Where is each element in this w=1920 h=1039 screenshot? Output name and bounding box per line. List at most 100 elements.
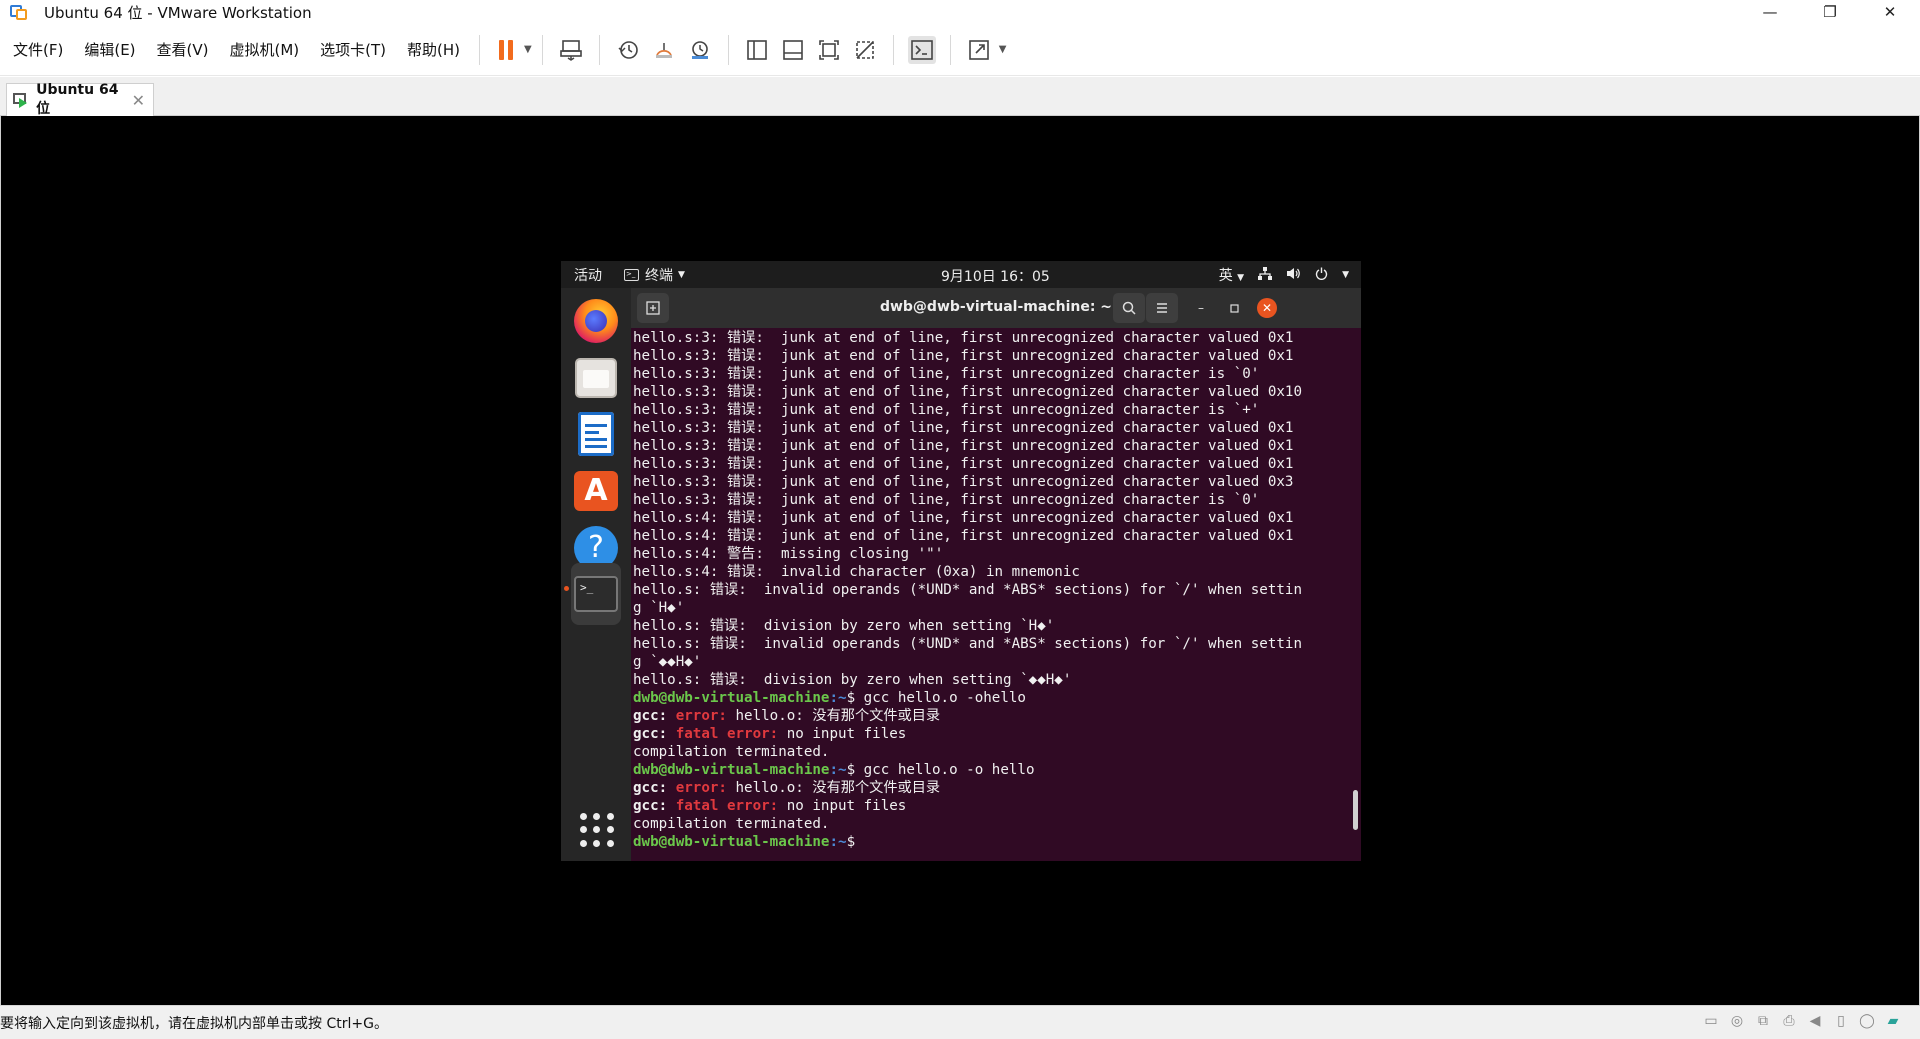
- menu-tabs[interactable]: 选项卡(T): [311, 39, 395, 60]
- terminal-line: hello.s:4: 错误: junk at end of line, firs…: [633, 528, 1294, 544]
- terminal-line: hello.s:3: 错误: junk at end of line, firs…: [633, 366, 1260, 382]
- show-applications-icon[interactable]: [580, 813, 614, 847]
- send-ctrl-alt-del-icon[interactable]: [557, 36, 585, 64]
- vm-running-icon: [13, 93, 28, 108]
- prompt-path: :~: [829, 762, 847, 778]
- minimize-terminal-icon[interactable]: –: [1191, 298, 1211, 318]
- hamburger-menu-icon[interactable]: [1146, 293, 1178, 323]
- prompt-symbol: $: [846, 690, 864, 706]
- toolbar-divider: [598, 34, 600, 65]
- terminal-line: hello.s: 错误: invalid operands (*UND* and…: [633, 636, 1302, 652]
- pause-icon[interactable]: [494, 36, 518, 64]
- terminal-line: gcc: fatal error: no input files: [633, 725, 1353, 743]
- snapshot-icon[interactable]: [614, 36, 642, 64]
- terminal-title: dwb@dwb-virtual-machine: ~: [879, 299, 1113, 315]
- printer-icon[interactable]: ⎙: [1780, 1012, 1798, 1030]
- menu-vm[interactable]: 虚拟机(M): [221, 39, 309, 60]
- terminal-line: hello.s:3: 错误: junk at end of line, firs…: [633, 474, 1294, 490]
- menu-view[interactable]: 查看(V): [148, 39, 218, 60]
- minimize-button[interactable]: —: [1740, 0, 1800, 24]
- usb-icon[interactable]: ▯: [1832, 1012, 1850, 1030]
- prompt-line: dwb@dwb-virtual-machine:~$ gcc hello.o -…: [633, 761, 1353, 779]
- activities-button[interactable]: 活动: [574, 265, 602, 285]
- sound-card-icon[interactable]: ◀: [1806, 1012, 1824, 1030]
- command-text: gcc hello.o -ohello: [863, 690, 1026, 706]
- window-controls: — ❐ ✕: [1740, 0, 1920, 24]
- toolbar-divider: [727, 34, 729, 65]
- files-icon[interactable]: [571, 353, 621, 403]
- search-icon[interactable]: [1113, 293, 1145, 323]
- terminal-line: compilation terminated.: [633, 744, 830, 760]
- error-label: error:: [675, 708, 736, 724]
- error-message: no input files: [786, 798, 907, 814]
- system-status-area[interactable]: 英 ▼ ▼: [1219, 265, 1349, 285]
- guest-desktop[interactable]: 活动 >_ 终端 ▼ 9月10日 16：05 英 ▼ ▼ A ? >_ dwb@…: [561, 261, 1361, 861]
- vm-display[interactable]: 活动 >_ 终端 ▼ 9月10日 16：05 英 ▼ ▼ A ? >_ dwb@…: [0, 116, 1920, 1005]
- close-terminal-icon[interactable]: ✕: [1257, 298, 1277, 318]
- stretch-guest-icon[interactable]: [965, 36, 993, 64]
- app-menu[interactable]: >_ 终端 ▼: [624, 265, 685, 285]
- clock[interactable]: 9月10日 16：05: [941, 266, 1091, 286]
- input-method-indicator[interactable]: 英 ▼: [1219, 265, 1244, 285]
- message-log-icon[interactable]: ▰: [1884, 1012, 1902, 1030]
- gcc-label: gcc:: [633, 798, 676, 814]
- restore-button[interactable]: ❐: [1800, 0, 1860, 24]
- thumbnail-bar-icon[interactable]: [779, 36, 807, 64]
- window-titlebar: Ubuntu 64 位 - VMware Workstation — ❐ ✕: [0, 0, 1920, 24]
- power-icon: [1315, 267, 1328, 284]
- chevron-down-icon[interactable]: ▼: [524, 44, 532, 55]
- prompt-line[interactable]: dwb@dwb-virtual-machine:~$: [633, 833, 1353, 851]
- terminal-scrollbar[interactable]: [1353, 790, 1358, 830]
- error-message: hello.o: 没有那个文件或目录: [735, 708, 941, 724]
- prompt-user: dwb@dwb-virtual-machine: [633, 834, 830, 850]
- terminal-line: hello.s: 错误: division by zero when setti…: [633, 618, 1055, 634]
- display-icon[interactable]: ◯: [1858, 1012, 1876, 1030]
- prompt-symbol: $: [846, 762, 864, 778]
- ubuntu-software-icon[interactable]: A: [571, 466, 621, 516]
- prompt-user: dwb@dwb-virtual-machine: [633, 762, 830, 778]
- close-tab-icon[interactable]: ✕: [132, 91, 145, 110]
- terminal-small-icon: >_: [624, 268, 639, 281]
- vm-tab-bar: Ubuntu 64 位 ✕: [0, 77, 1920, 117]
- terminal-output[interactable]: hello.s:3: 错误: junk at end of line, firs…: [631, 328, 1353, 861]
- libreoffice-writer-icon[interactable]: [571, 409, 621, 459]
- terminal-line: gcc: error: hello.o: 没有那个文件或目录: [633, 707, 1353, 725]
- full-screen-icon[interactable]: [815, 36, 843, 64]
- network-adapter-icon[interactable]: ⧉: [1754, 1012, 1772, 1030]
- toolbar-divider: [892, 34, 894, 65]
- prompt-path: :~: [829, 690, 847, 706]
- terminal-line: hello.s:3: 错误: junk at end of line, firs…: [633, 438, 1294, 454]
- terminal-line: hello.s: 错误: invalid operands (*UND* and…: [633, 582, 1302, 598]
- terminal-line: hello.s:3: 错误: junk at end of line, firs…: [633, 402, 1260, 418]
- toolbar-divider: [479, 34, 481, 65]
- snapshot-manager-icon[interactable]: [686, 36, 714, 64]
- revert-snapshot-icon[interactable]: [650, 36, 678, 64]
- device-status-icons: ▭ ◎ ⧉ ⎙ ◀ ▯ ◯ ▰: [1702, 1012, 1902, 1030]
- window-title: Ubuntu 64 位 - VMware Workstation: [44, 3, 312, 22]
- status-bar: 要将输入定向到该虚拟机，请在虚拟机内部单击或按 Ctrl+G。 ▭ ◎ ⧉ ⎙ …: [0, 1005, 1920, 1039]
- gcc-label: gcc:: [633, 780, 676, 796]
- prompt-path: :~: [829, 834, 847, 850]
- terminal-line: g `H◆': [633, 600, 685, 616]
- show-library-icon[interactable]: [743, 36, 771, 64]
- error-message: no input files: [786, 726, 907, 742]
- unity-mode-icon[interactable]: [851, 36, 879, 64]
- tab-ubuntu-64[interactable]: Ubuntu 64 位 ✕: [6, 82, 154, 117]
- terminal-window[interactable]: dwb@dwb-virtual-machine: ~ – ✕ hello.s:3…: [631, 288, 1361, 861]
- cd-dvd-icon[interactable]: ◎: [1728, 1012, 1746, 1030]
- prompt-symbol: $: [846, 834, 864, 850]
- toolbar-divider: [949, 34, 951, 65]
- gcc-label: gcc:: [633, 726, 676, 742]
- terminal-line: hello.s:3: 错误: junk at end of line, firs…: [633, 456, 1294, 472]
- hard-disk-icon[interactable]: ▭: [1702, 1012, 1720, 1030]
- error-message: hello.o: 没有那个文件或目录: [735, 780, 941, 796]
- maximize-terminal-icon[interactable]: [1224, 298, 1244, 318]
- close-window-button[interactable]: ✕: [1860, 0, 1920, 24]
- menu-edit[interactable]: 编辑(E): [75, 39, 144, 60]
- menu-help[interactable]: 帮助(H): [398, 39, 469, 60]
- console-view-icon[interactable]: [907, 35, 936, 64]
- terminal-icon[interactable]: >_: [571, 563, 621, 625]
- firefox-icon[interactable]: [571, 296, 621, 346]
- chevron-down-icon[interactable]: ▼: [999, 44, 1007, 55]
- menu-file[interactable]: 文件(F): [4, 39, 72, 60]
